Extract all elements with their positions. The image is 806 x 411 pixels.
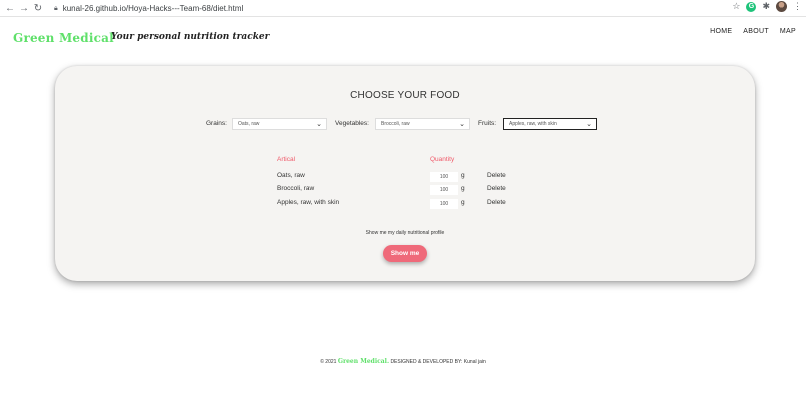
- grains-label: Grains:: [206, 120, 227, 127]
- food-chooser-card: CHOOSE YOUR FOOD Grains: Oats, raw ⌄ Veg…: [55, 66, 755, 281]
- back-icon[interactable]: ←: [3, 1, 17, 15]
- chevron-down-icon: ⌄: [586, 121, 592, 128]
- forward-icon[interactable]: →: [17, 1, 31, 15]
- nav-about[interactable]: ABOUT: [743, 28, 769, 35]
- unit-label: g: [461, 199, 465, 206]
- delete-button[interactable]: Delete: [487, 172, 506, 179]
- nav-home[interactable]: HOME: [710, 28, 732, 35]
- address-bar[interactable]: 🔒︎ kunal-26.github.io/Hoya-Hacks---Team-…: [54, 2, 734, 15]
- fruits-label: Fruits:: [478, 120, 497, 127]
- food-row: Oats, raw 100 g Delete: [55, 172, 755, 182]
- fruits-select[interactable]: Apples, raw, with skin ⌄: [503, 118, 597, 130]
- grains-select[interactable]: Oats, raw ⌄: [232, 118, 327, 130]
- show-me-button[interactable]: Show me: [383, 245, 427, 262]
- site-header: Green Medical Your personal nutrition tr…: [0, 17, 806, 57]
- footer: © 2021 Green Medical. DESIGNED & DEVELOP…: [0, 358, 806, 365]
- footer-brand: Green Medical.: [337, 358, 390, 365]
- food-select-row: Grains: Oats, raw ⌄ Vegetables: Broccoli…: [55, 118, 755, 130]
- column-header-quantity: Quantity: [430, 156, 455, 163]
- food-name: Broccoli, raw: [277, 185, 315, 192]
- grammarly-icon[interactable]: G: [746, 1, 757, 12]
- tagline: Your personal nutrition tracker: [111, 32, 270, 42]
- footer-copyright: © 2021: [320, 359, 337, 365]
- unit-label: g: [461, 185, 465, 192]
- grains-select-value: Oats, raw: [238, 121, 260, 127]
- brand-logo[interactable]: Green Medical: [13, 31, 114, 45]
- footer-credits: DESIGNED & DEVELOPED BY: Kunal jain: [390, 359, 486, 365]
- food-row: Broccoli, raw 100 g Delete: [55, 185, 755, 195]
- star-icon[interactable]: ☆: [732, 1, 740, 12]
- vegetables-select-value: Broccoli, raw: [381, 121, 410, 127]
- unit-label: g: [461, 172, 465, 179]
- extensions-icon[interactable]: ✱: [762, 1, 770, 12]
- chevron-down-icon: ⌄: [459, 121, 465, 128]
- vegetables-label: Vegetables:: [335, 120, 369, 127]
- column-header-item: Artical: [277, 156, 296, 163]
- url-text: kunal-26.github.io/Hoya-Hacks---Team-68/…: [62, 4, 244, 13]
- food-name: Apples, raw, with skin: [277, 199, 340, 206]
- quantity-input[interactable]: 100: [430, 185, 458, 195]
- browser-toolbar: ← → ↻ 🔒︎ kunal-26.github.io/Hoya-Hacks--…: [0, 0, 806, 17]
- delete-button[interactable]: Delete: [487, 185, 506, 192]
- profile-icon[interactable]: [776, 1, 787, 12]
- main-nav: HOME ABOUT MAP: [710, 28, 796, 35]
- quantity-input[interactable]: 100: [430, 199, 458, 209]
- food-name: Oats, raw: [277, 172, 305, 179]
- quantity-input[interactable]: 100: [430, 172, 458, 182]
- food-row: Apples, raw, with skin 100 g Delete: [55, 199, 755, 209]
- menu-icon[interactable]: ⋮: [793, 1, 802, 12]
- profile-note: Show me my daily nutritional profile: [365, 230, 445, 236]
- lock-icon[interactable]: 🔒︎: [54, 5, 58, 13]
- card-title: CHOOSE YOUR FOOD: [350, 90, 460, 101]
- reload-icon[interactable]: ↻: [31, 1, 45, 15]
- vegetables-select[interactable]: Broccoli, raw ⌄: [375, 118, 470, 130]
- delete-button[interactable]: Delete: [487, 199, 506, 206]
- fruits-select-value: Apples, raw, with skin: [509, 121, 557, 127]
- nav-map[interactable]: MAP: [780, 28, 796, 35]
- chevron-down-icon: ⌄: [316, 121, 322, 128]
